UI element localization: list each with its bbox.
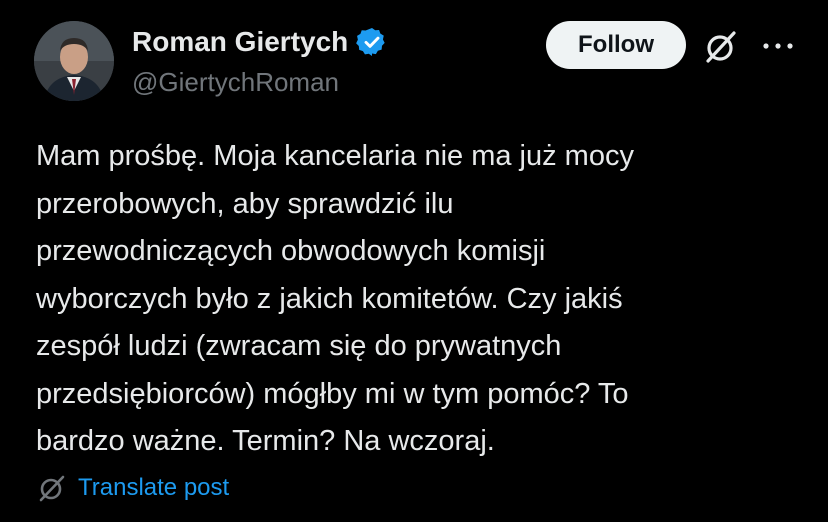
translate-post-label[interactable]: Translate post <box>78 474 229 502</box>
post-text-line: przedsiębiorców) mógłby mi w tym pomóc? … <box>36 377 629 410</box>
author-name-row: Roman Giertych <box>132 26 388 58</box>
verified-badge-icon[interactable] <box>356 26 388 58</box>
author-display-name[interactable]: Roman Giertych <box>132 26 348 58</box>
post-text-line: Mam prośbę. Moja kancelaria nie ma już m… <box>36 140 634 172</box>
post-text: Mam prośbę. Moja kancelaria nie ma już m… <box>36 133 796 466</box>
translate-post-link[interactable]: Translate post <box>36 472 229 504</box>
post-text-line: zespół ludzi (zwracam się do prywatnych <box>36 330 562 362</box>
post-text-line: przewodniczących obwodowych komisji <box>36 235 546 267</box>
post-text-line: wyborczych było z jakich komitetów. Czy … <box>36 282 623 315</box>
translate-icon <box>36 472 68 504</box>
grok-icon[interactable] <box>702 28 740 66</box>
author-avatar[interactable] <box>34 21 114 101</box>
post-card: Roman Giertych @GiertychRoman Follow Mam… <box>0 0 828 522</box>
author-handle[interactable]: @GiertychRoman <box>132 67 339 98</box>
follow-button[interactable]: Follow <box>546 21 686 69</box>
avatar-image <box>34 21 114 101</box>
post-text-line: bardzo ważne. Termin? Na wczoraj. <box>36 425 495 457</box>
more-options-icon[interactable] <box>758 38 798 54</box>
post-text-line: przerobowych, aby sprawdzić ilu <box>36 187 454 220</box>
